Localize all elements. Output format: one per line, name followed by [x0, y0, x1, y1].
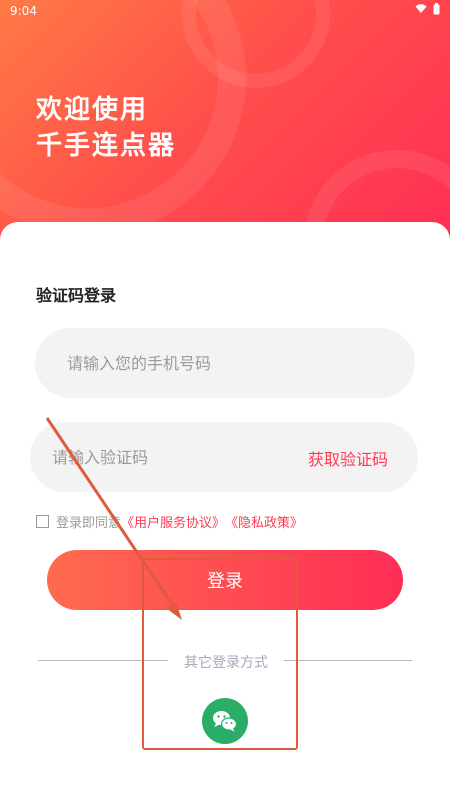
- privacy-policy-link[interactable]: 《隐私政策》: [225, 512, 303, 531]
- divider-left: [38, 660, 168, 661]
- agreement-row: 登录即同意 《用户服务协议》 《隐私政策》: [36, 512, 303, 531]
- phone-field[interactable]: [35, 328, 415, 398]
- divider-right: [284, 660, 412, 661]
- header-banner: 9:04 欢迎使用 千手连点器: [0, 0, 450, 260]
- code-field[interactable]: 获取验证码: [30, 422, 418, 492]
- battery-icon: [433, 3, 440, 15]
- user-agreement-link[interactable]: 《用户服务协议》: [121, 512, 225, 531]
- code-input[interactable]: [30, 422, 272, 492]
- phone-input[interactable]: [35, 328, 367, 398]
- login-button[interactable]: 登录: [47, 550, 403, 610]
- app-name: 千手连点器: [36, 131, 177, 161]
- get-code-button[interactable]: 获取验证码: [308, 446, 388, 470]
- login-title: 验证码登录: [36, 286, 117, 305]
- wifi-icon: [415, 4, 427, 13]
- status-icons: [415, 3, 440, 15]
- welcome-heading: 欢迎使用 千手连点器: [36, 92, 176, 164]
- status-time: 9:04: [10, 4, 37, 18]
- other-login-label: 其它登录方式: [184, 655, 268, 671]
- wechat-icon: [213, 711, 238, 732]
- login-card: 验证码登录 获取验证码 登录即同意 《用户服务协议》 《隐私政策》 登录 其它登…: [0, 222, 450, 800]
- agreement-text: 登录即同意: [56, 516, 122, 531]
- status-bar: 9:04: [0, 0, 450, 22]
- welcome-line-1: 欢迎使用: [36, 95, 149, 125]
- wechat-login-button[interactable]: [202, 698, 248, 744]
- agreement-checkbox[interactable]: [36, 515, 49, 528]
